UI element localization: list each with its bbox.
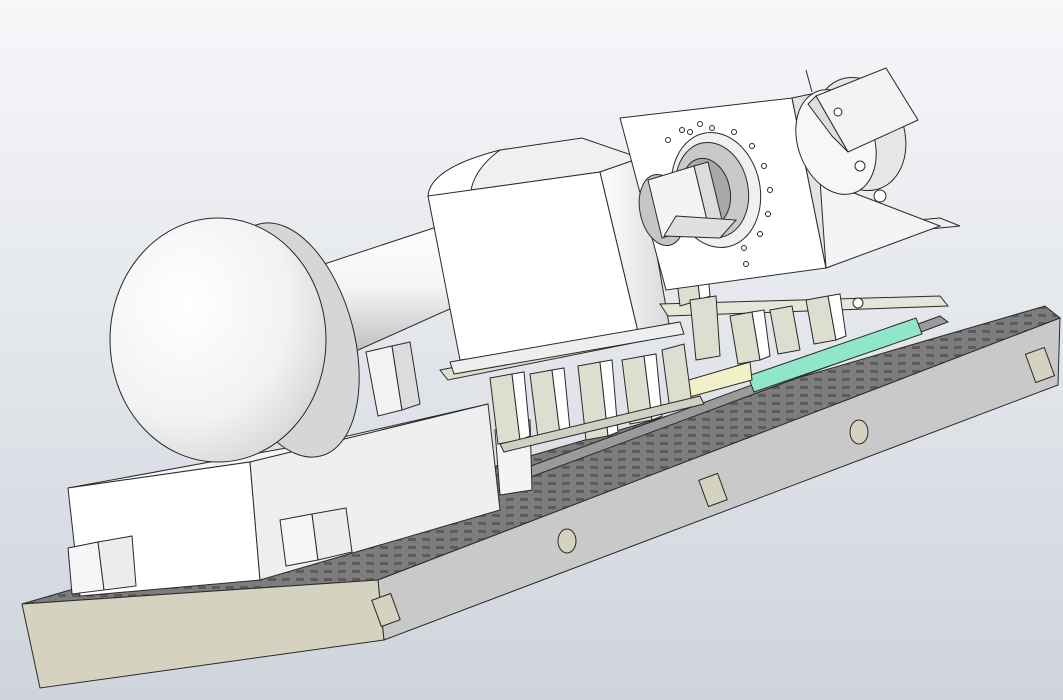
- base-hole: [557, 528, 577, 554]
- clamp: [97, 535, 137, 591]
- clamp: [279, 513, 319, 567]
- assembly-render: [0, 0, 1063, 700]
- clamp: [311, 507, 353, 561]
- base-hole: [849, 419, 869, 445]
- cad-3d-viewport[interactable]: [0, 0, 1063, 700]
